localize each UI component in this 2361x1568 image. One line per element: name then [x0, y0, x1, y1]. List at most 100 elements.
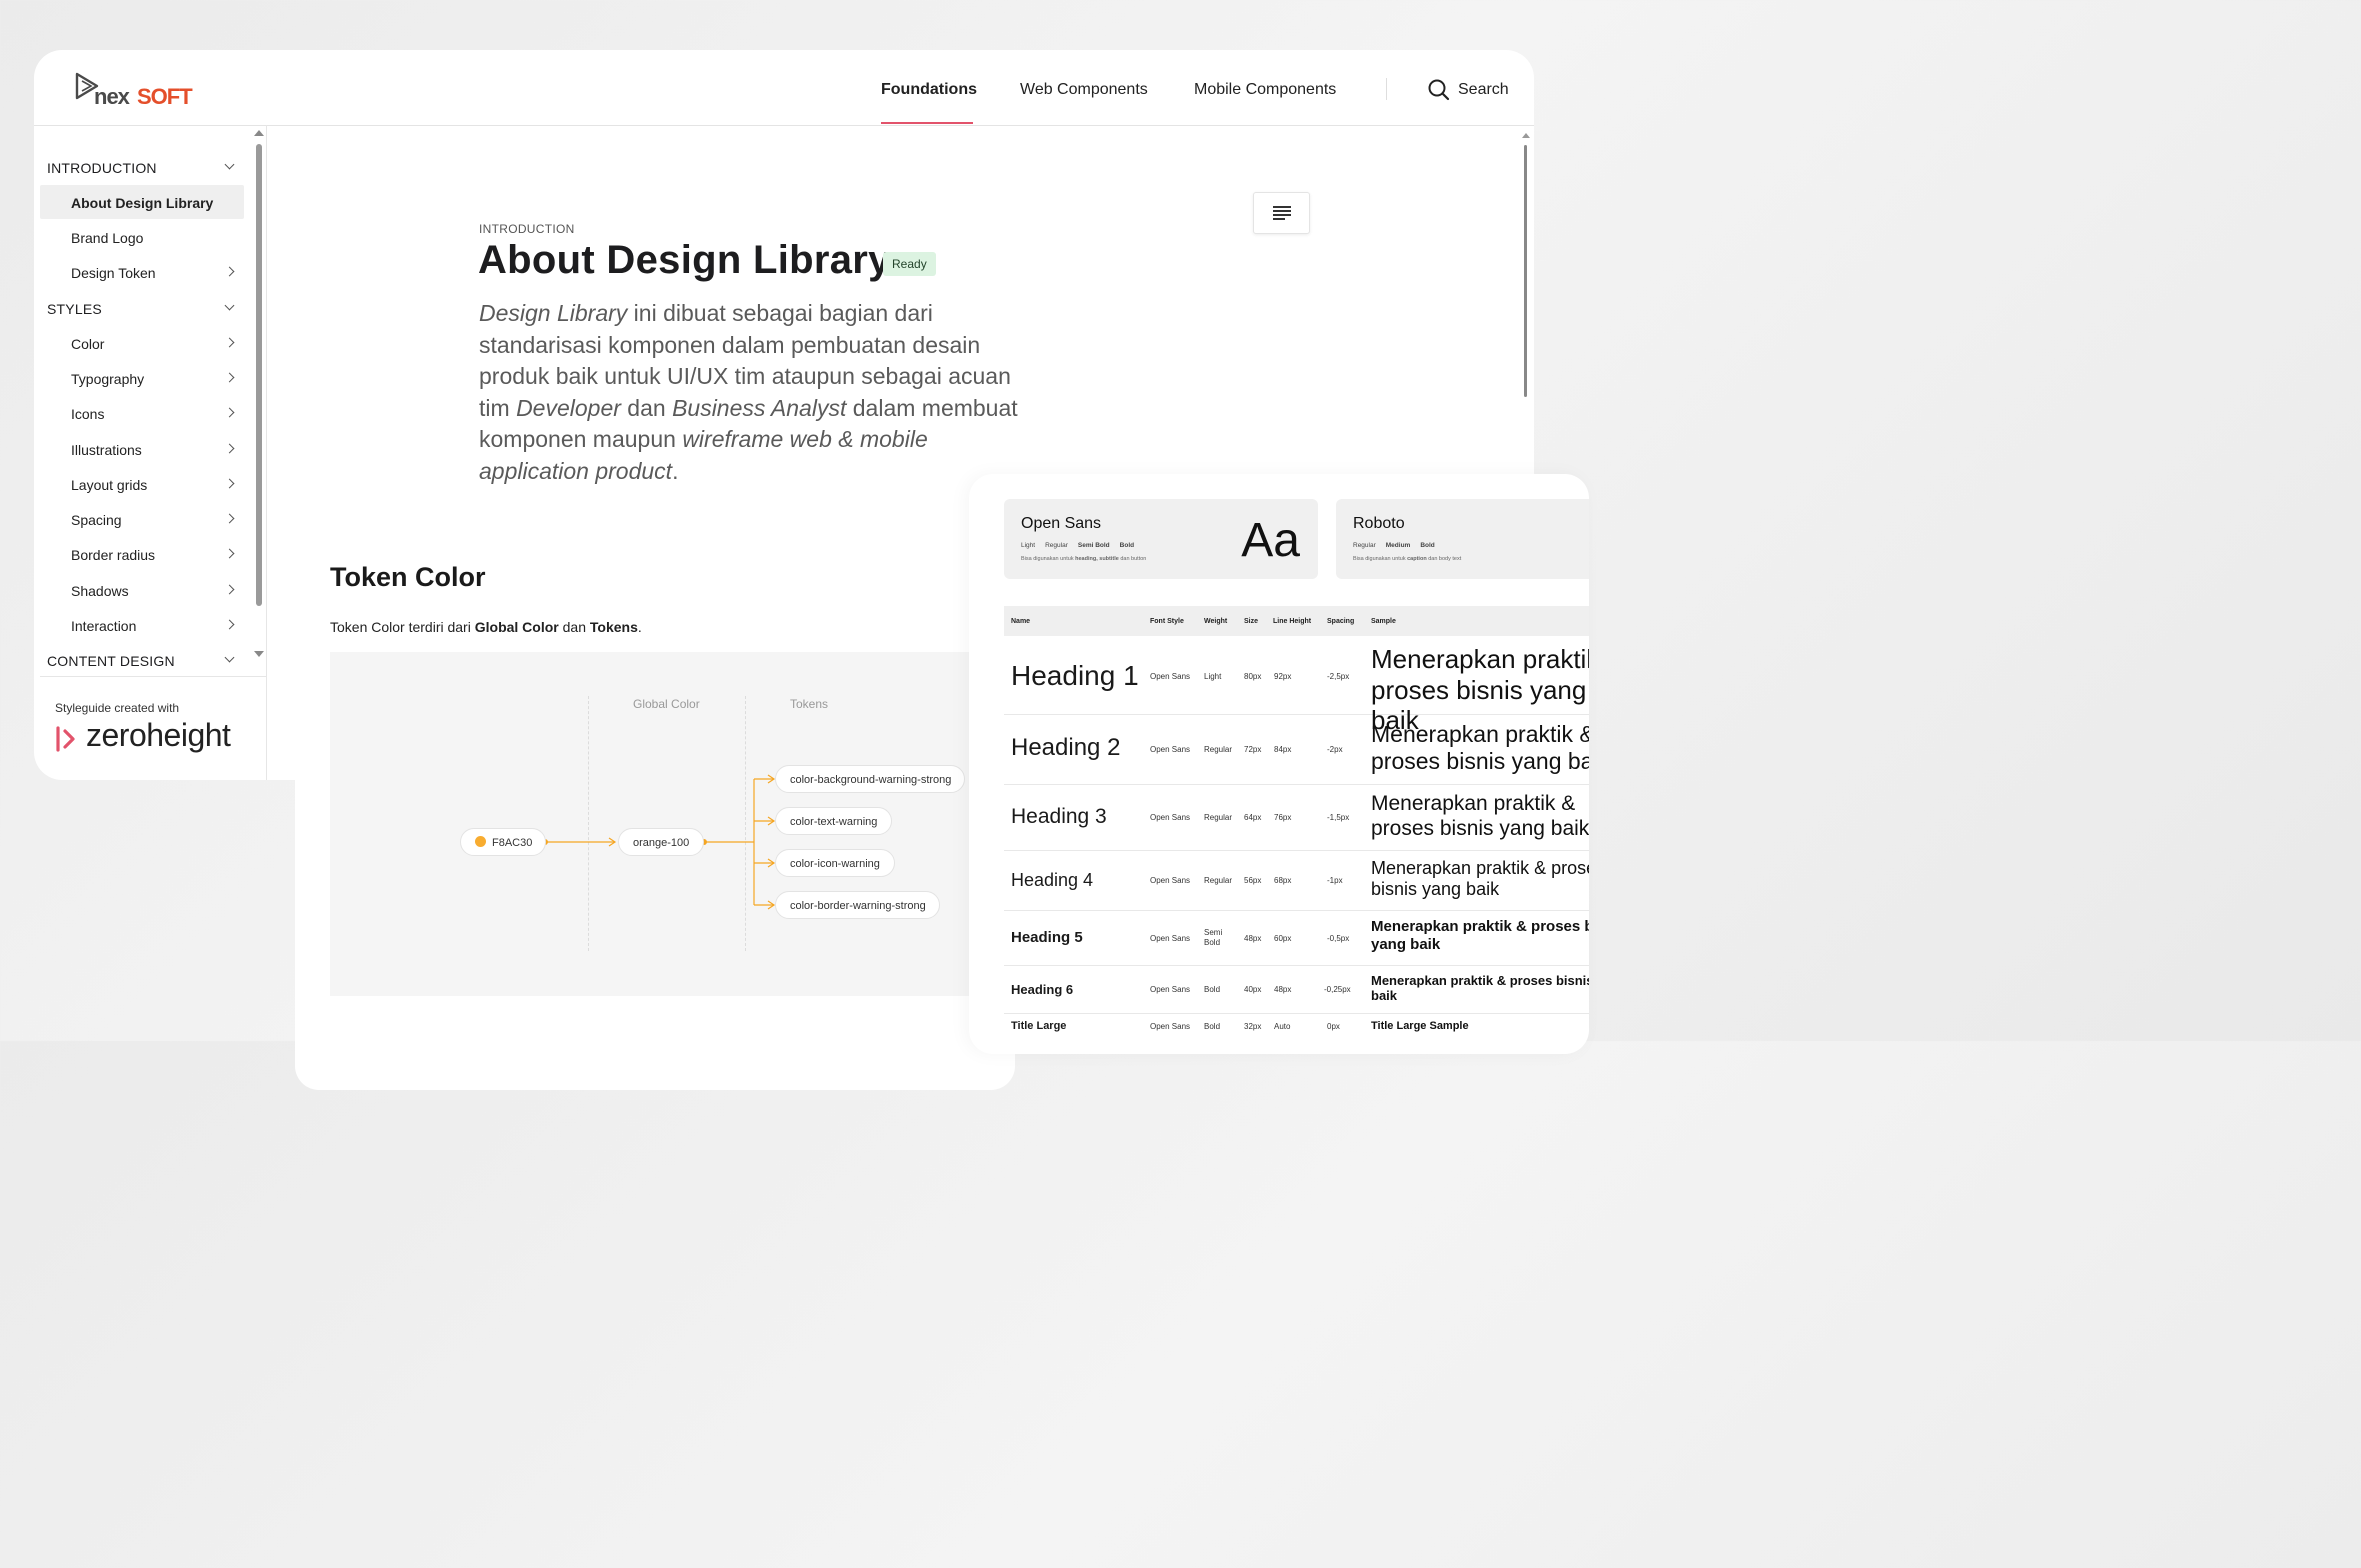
sidebar-item-label: Typography	[71, 371, 145, 387]
row-font-style: Open Sans	[1150, 876, 1191, 885]
source-color-node[interactable]: F8AC30	[460, 828, 546, 856]
weight-bold: Bold	[1119, 542, 1135, 549]
font-usage: Bisa digunakan untuk heading, subtitle d…	[1021, 556, 1146, 562]
usage-text: dan button	[1118, 556, 1147, 562]
sidebar-item-label: Design Token	[71, 265, 156, 281]
token-node[interactable]: color-text-warning	[775, 807, 892, 835]
zeroheight-footer[interactable]: Styleguide created with zeroheight	[40, 676, 266, 780]
sidebar-item-design-token[interactable]: Design Token	[40, 255, 244, 289]
content-scrollbar[interactable]	[1524, 145, 1527, 397]
font-usage: Bisa digunakan untuk caption dan body te…	[1353, 556, 1461, 562]
token-node[interactable]: color-icon-warning	[775, 849, 895, 877]
chevron-down-icon[interactable]	[224, 159, 235, 170]
row-name: Heading 5	[1011, 929, 1083, 946]
page-title: About Design Library	[478, 238, 891, 282]
sidebar-item-label: Color	[71, 336, 105, 352]
chevron-right-icon	[224, 266, 235, 277]
row-weight: Light	[1204, 672, 1222, 681]
row-font-style: Open Sans	[1150, 745, 1191, 754]
row-weight: Regular	[1204, 745, 1233, 754]
row-font-style: Open Sans	[1150, 985, 1191, 994]
token-flow-diagram: Global Color Tokens F8AC30 orange-100 co…	[330, 652, 1015, 996]
sidebar-scroll-down-arrow[interactable]	[254, 651, 264, 657]
token-label: color-icon-warning	[790, 858, 880, 870]
sidebar-item-shadows[interactable]: Shadows	[40, 573, 244, 607]
chevron-down-icon[interactable]	[224, 652, 235, 663]
top-navigation-bar: nex SOFT Foundations Web Components Mobi…	[34, 50, 1534, 126]
nexsoft-logo[interactable]: nex SOFT	[74, 70, 224, 110]
nav-tab-web-components[interactable]: Web Components	[1020, 81, 1148, 99]
sidebar-item-border-radius[interactable]: Border radius	[40, 537, 244, 571]
row-line-height: 60px	[1274, 934, 1292, 943]
sidebar-item-label: Brand Logo	[71, 230, 144, 246]
sidebar-item-color[interactable]: Color	[40, 326, 244, 360]
table-row: Heading 6 Open Sans Bold 40px 48px -0,25…	[1004, 965, 1589, 1014]
weight-regular: Regular	[1353, 542, 1376, 549]
col-size: Size	[1244, 618, 1259, 625]
sidebar-item-label: Illustrations	[71, 442, 142, 458]
sidebar-item-illustrations[interactable]: Illustrations	[40, 432, 244, 466]
sidebar-scroll-up-arrow[interactable]	[254, 130, 264, 136]
chevron-down-icon[interactable]	[224, 300, 235, 311]
usage-text: Bisa digunakan untuk	[1353, 556, 1408, 562]
row-size: 56px	[1244, 876, 1262, 885]
active-tab-indicator	[881, 122, 973, 124]
sidebar-section-introduction[interactable]: INTRODUCTION	[47, 160, 157, 176]
usage-text: Bisa digunakan untuk	[1021, 556, 1076, 562]
sidebar-item-about-design-library[interactable]: About Design Library	[40, 185, 244, 219]
col-line-height: Line Height	[1273, 618, 1312, 625]
sidebar-section-styles[interactable]: STYLES	[47, 301, 102, 317]
content-scroll-up-arrow[interactable]	[1522, 133, 1530, 138]
logo-text-nex: nex	[94, 84, 130, 109]
sidebar-item-brand-logo[interactable]: Brand Logo	[40, 220, 244, 254]
row-font-style: Open Sans	[1150, 672, 1191, 681]
nav-tab-mobile-components[interactable]: Mobile Components	[1194, 81, 1336, 99]
row-weight: Regular	[1204, 813, 1233, 822]
row-name: Heading 1	[1011, 660, 1139, 691]
row-font-style: Open Sans	[1150, 813, 1191, 822]
col-name: Name	[1011, 618, 1031, 625]
source-hex-label: F8AC30	[492, 837, 533, 849]
font-card-roboto: Roboto Regular Medium Bold Bisa digunakan …	[1336, 499, 1589, 579]
status-badge: Ready	[883, 252, 936, 276]
chevron-right-icon	[224, 548, 235, 559]
token-label: color-text-warning	[790, 816, 878, 828]
row-line-height: 48px	[1274, 985, 1292, 994]
sidebar-item-icons[interactable]: Icons	[40, 396, 244, 430]
row-name: Heading 2	[1011, 734, 1121, 761]
desc-text: .	[637, 619, 642, 635]
table-of-contents-button[interactable]	[1253, 192, 1310, 234]
sidebar-scrollbar[interactable]	[256, 144, 262, 606]
logo-text-soft: SOFT	[137, 84, 193, 109]
token-node[interactable]: color-background-warning-strong	[775, 765, 965, 793]
sidebar-item-label: Shadows	[71, 583, 129, 599]
row-size: 48px	[1244, 934, 1262, 943]
sidebar-item-typography[interactable]: Typography	[40, 361, 244, 395]
font-name: Open Sans	[1021, 515, 1102, 532]
table-row: Heading 4 Open Sans Regular 56px 68px -1…	[1004, 850, 1589, 911]
chevron-right-icon	[224, 619, 235, 630]
weight-light: Light	[1021, 542, 1036, 549]
sidebar-section-content-design[interactable]: CONTENT DESIGN	[47, 653, 175, 668]
chevron-right-icon	[224, 443, 235, 454]
token-label: color-border-warning-strong	[790, 900, 926, 912]
row-spacing: -2px	[1327, 745, 1343, 754]
row-size: 40px	[1244, 985, 1262, 994]
sidebar-item-spacing[interactable]: Spacing	[40, 502, 244, 536]
row-font-style: Open Sans	[1150, 934, 1191, 943]
global-color-node[interactable]: orange-100	[618, 828, 704, 856]
row-spacing: 0px	[1327, 1022, 1340, 1031]
chevron-right-icon	[224, 407, 235, 418]
sidebar-item-layout-grids[interactable]: Layout grids	[40, 467, 244, 501]
table-row: Title Large Open Sans Bold 32px Auto 0px…	[1004, 1013, 1589, 1047]
toc-icon-line	[1273, 214, 1291, 216]
row-weight: Regular	[1204, 876, 1233, 885]
desc-text: dan	[558, 619, 590, 635]
nav-tab-foundations[interactable]: Foundations	[881, 81, 977, 99]
page-description: Design Library ini dibuat sebagai bagian…	[479, 298, 1019, 487]
typography-table-header: Name Font Style Weight Size Line Height …	[1004, 606, 1589, 636]
table-row: Heading 1 Open Sans Light 80px 92px -2,5…	[1004, 640, 1589, 735]
row-size: 72px	[1244, 745, 1262, 754]
token-node[interactable]: color-border-warning-strong	[775, 891, 940, 919]
sidebar-item-interaction[interactable]: Interaction	[40, 608, 244, 642]
